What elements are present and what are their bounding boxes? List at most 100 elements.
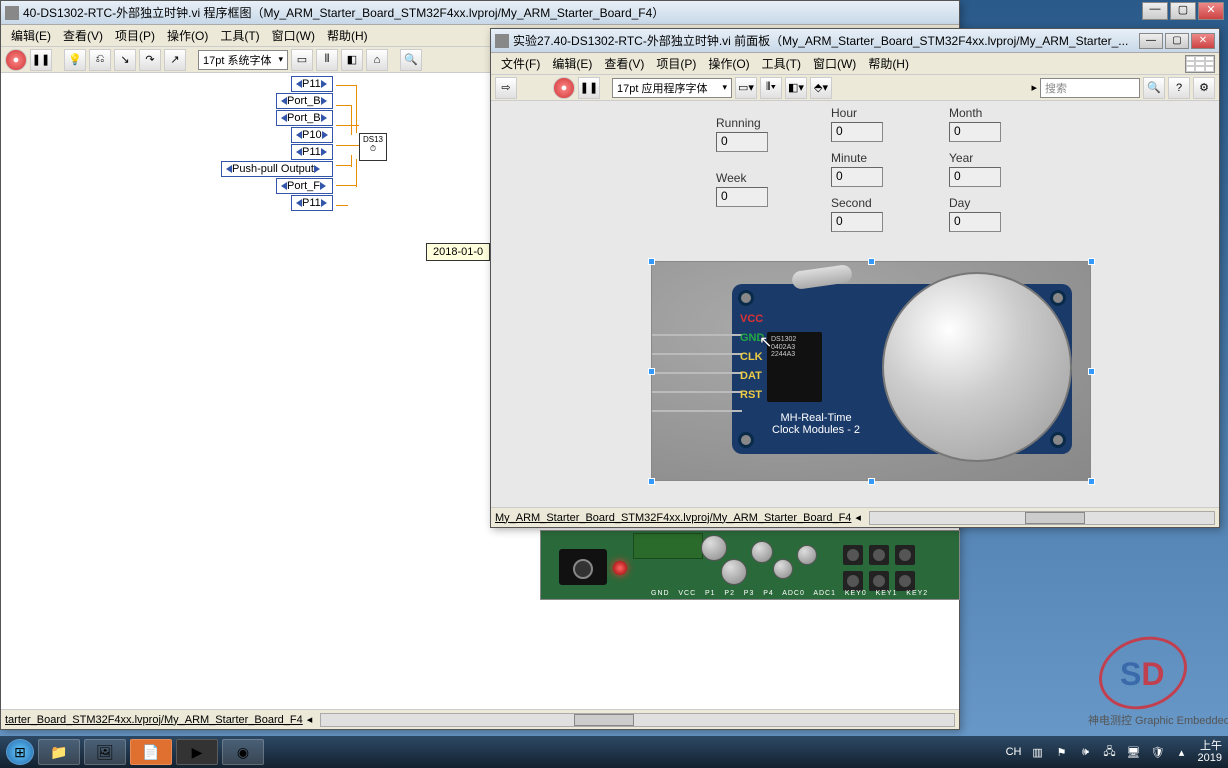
second-value[interactable]: 0 [831, 212, 883, 232]
step-out-button[interactable]: ↗ [164, 49, 186, 71]
menu-project[interactable]: 项目(P) [109, 25, 161, 46]
taskbar-explorer[interactable]: 📁 [38, 739, 80, 765]
selection-handle[interactable] [648, 258, 655, 265]
run-arrow-button[interactable]: ⇨ [495, 77, 517, 99]
font-combo[interactable]: 17pt 应用程序字体 [612, 78, 732, 98]
menu-operate[interactable]: 操作(O) [702, 53, 755, 74]
node-p11-1[interactable]: P11 [291, 76, 333, 92]
node-pushpull[interactable]: Push-pull Output [221, 161, 333, 177]
ime-indicator[interactable]: CH [1006, 744, 1022, 760]
bg-maximize-button[interactable]: ▢ [1170, 2, 1196, 20]
distribute-button[interactable]: ⫴▾ [760, 77, 782, 99]
menu-file[interactable]: 文件(F) [495, 53, 546, 74]
pause-button[interactable]: ❚❚ [578, 77, 600, 99]
align-button[interactable]: ▭▾ [735, 77, 757, 99]
node-portb-2[interactable]: Port_B [276, 110, 333, 126]
taskbar-photos[interactable]: 🖼 [84, 739, 126, 765]
selection-handle[interactable] [868, 258, 875, 265]
step-over-button[interactable]: ↷ [139, 49, 161, 71]
search-button[interactable]: 🔍 [400, 49, 422, 71]
close-button[interactable]: ✕ [1191, 33, 1215, 49]
node-p11-2[interactable]: P11 [291, 144, 333, 160]
retain-button[interactable]: ⎌ [89, 49, 111, 71]
align-button[interactable]: ▭ [291, 49, 313, 71]
front-panel-canvas[interactable]: Running 0 Week 0 Hour 0 Minute 0 Second … [491, 101, 1219, 507]
menu-edit[interactable]: 编辑(E) [5, 25, 57, 46]
menu-window[interactable]: 窗口(W) [266, 25, 321, 46]
settings-button[interactable]: ⚙ [1193, 77, 1215, 99]
taskbar-camtasia[interactable]: ◉ [222, 739, 264, 765]
clock[interactable]: 上午 2019 [1198, 740, 1222, 764]
taskbar-pdf[interactable]: 📄 [130, 739, 172, 765]
bg-close-button[interactable]: ✕ [1198, 2, 1224, 20]
menu-operate[interactable]: 操作(O) [161, 25, 214, 46]
bg-minimize-button[interactable]: — [1142, 2, 1168, 20]
front-panel-titlebar[interactable]: 实验27.40-DS1302-RTC-外部独立时钟.vi 前面板（My_ARM_… [491, 29, 1219, 53]
connector-pane-icon[interactable] [1185, 55, 1215, 73]
node-portf[interactable]: Port_F [276, 178, 333, 194]
node-p10[interactable]: P10 [291, 127, 333, 143]
tray-icon[interactable]: ▥ [1030, 744, 1046, 760]
front-panel-toolbar: ⇨ ● ❚❚ 17pt 应用程序字体 ▭▾ ⫴▾ ◧▾ ⬘▾ ▸ 搜索 🔍 ? … [491, 75, 1219, 101]
pause-button[interactable]: ❚❚ [30, 49, 52, 71]
menu-edit[interactable]: 编辑(E) [546, 53, 598, 74]
week-value[interactable]: 0 [716, 187, 768, 207]
maximize-button[interactable]: ▢ [1165, 33, 1189, 49]
search-go-button[interactable]: 🔍 [1143, 77, 1165, 99]
resize-button[interactable]: ◧▾ [785, 77, 807, 99]
help-button[interactable]: ? [1168, 77, 1190, 99]
tray-icon[interactable]: 🕪 [1078, 744, 1094, 760]
distribute-button[interactable]: ⫴ [316, 49, 338, 71]
menu-help[interactable]: 帮助(H) [862, 53, 915, 74]
minimize-button[interactable]: — [1139, 33, 1163, 49]
run-button[interactable]: ● [5, 49, 27, 71]
tray-chevron-icon[interactable]: ▴ [1174, 744, 1190, 760]
h-scrollbar[interactable] [320, 713, 955, 727]
block-diagram-titlebar[interactable]: 40-DS1302-RTC-外部独立时钟.vi 程序框图（My_ARM_Star… [1, 1, 959, 25]
tray-icon[interactable]: 🛡 [1150, 744, 1166, 760]
selection-handle[interactable] [868, 478, 875, 485]
selection-handle[interactable] [1088, 478, 1095, 485]
h-scrollbar[interactable] [869, 511, 1215, 525]
terminal-block-icon [633, 533, 703, 559]
node-p11-3[interactable]: P11 [291, 195, 333, 211]
hour-value[interactable]: 0 [831, 122, 883, 142]
rtc-module-photo[interactable]: VCC GND CLK DAT RST DS1302 0402A3 2244A3… [651, 261, 1091, 481]
system-tray: CH ▥ ⚑ 🕪 🖧 🖥 🛡 ▴ 上午 2019 [1006, 740, 1222, 764]
menu-help[interactable]: 帮助(H) [321, 25, 374, 46]
day-value[interactable]: 0 [949, 212, 1001, 232]
taskbar-labview[interactable]: ▶ [176, 739, 218, 765]
selection-handle[interactable] [648, 478, 655, 485]
running-value[interactable]: 0 [716, 132, 768, 152]
abort-button[interactable]: ● [553, 77, 575, 99]
cleanup-button[interactable]: ⌂ [366, 49, 388, 71]
menu-project[interactable]: 项目(P) [650, 53, 702, 74]
month-value[interactable]: 0 [949, 122, 1001, 142]
menu-window[interactable]: 窗口(W) [807, 53, 862, 74]
tray-icon[interactable]: 🖥 [1126, 744, 1142, 760]
selection-handle[interactable] [1088, 258, 1095, 265]
tray-icon[interactable]: 🖧 [1102, 744, 1118, 760]
start-button[interactable]: ⊞ [6, 739, 34, 765]
minute-value[interactable]: 0 [831, 167, 883, 187]
search-input[interactable]: 搜索 [1040, 78, 1140, 98]
project-path[interactable]: My_ARM_Starter_Board_STM32F4xx.lvproj/My… [495, 512, 851, 524]
font-combo[interactable]: 17pt 系统字体 [198, 50, 288, 70]
menu-view[interactable]: 查看(V) [57, 25, 109, 46]
ds1302-vi-icon[interactable]: DS13⏱ [359, 133, 387, 161]
year-value[interactable]: 0 [949, 167, 1001, 187]
running-indicator: Running 0 [716, 116, 768, 152]
selection-handle[interactable] [1088, 368, 1095, 375]
menu-tools[interactable]: 工具(T) [756, 53, 807, 74]
menu-tools[interactable]: 工具(T) [214, 25, 265, 46]
reorder-button[interactable]: ⬘▾ [810, 77, 832, 99]
node-portb-1[interactable]: Port_B [276, 93, 333, 109]
tray-icon[interactable]: ⚑ [1054, 744, 1070, 760]
menu-view[interactable]: 查看(V) [598, 53, 650, 74]
project-path[interactable]: tarter_Board_STM32F4xx.lvproj/My_ARM_Sta… [5, 714, 303, 726]
highlight-button[interactable]: 💡 [64, 49, 86, 71]
reorder-button[interactable]: ◧ [341, 49, 363, 71]
day-indicator: Day 0 [949, 196, 1001, 232]
selection-handle[interactable] [648, 368, 655, 375]
step-into-button[interactable]: ↘ [114, 49, 136, 71]
